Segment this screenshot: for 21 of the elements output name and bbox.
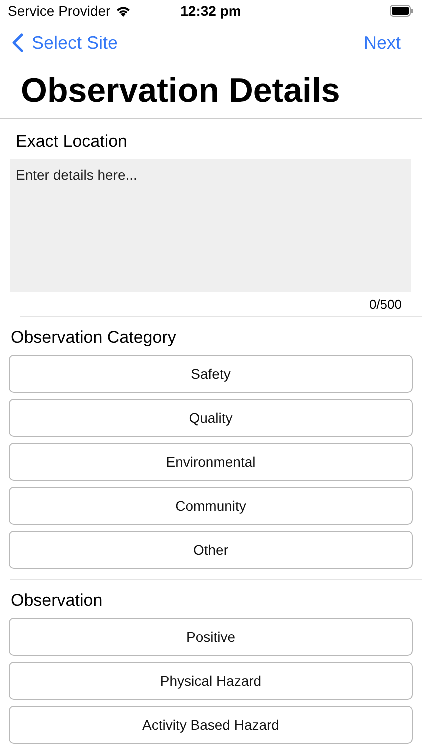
- option-button[interactable]: Physical Hazard: [9, 662, 413, 700]
- section-label: Observation Category: [10, 327, 178, 349]
- status-time: 12:32 pm: [180, 3, 242, 19]
- battery-icon: [390, 5, 414, 17]
- wifi-icon: [116, 6, 131, 16]
- section-label: Exact Location: [15, 131, 129, 153]
- chevron-left-icon: [12, 33, 24, 53]
- option-button[interactable]: Positive: [9, 618, 413, 656]
- option-button[interactable]: Quality: [9, 399, 413, 437]
- details-field[interactable]: Enter details here...: [10, 159, 411, 292]
- page-title: Observation Details: [20, 71, 342, 112]
- character-counter: 0/500: [368, 297, 403, 312]
- next-button[interactable]: Next: [364, 32, 401, 54]
- back-button[interactable]: Select Site: [12, 32, 118, 54]
- option-button[interactable]: Activity Based Hazard: [9, 706, 413, 744]
- option-button[interactable]: Other: [9, 531, 413, 569]
- carrier-name: Service Provider: [8, 3, 111, 19]
- option-button[interactable]: Environmental: [9, 443, 413, 481]
- option-button[interactable]: Safety: [9, 355, 413, 393]
- section-label: Observation: [10, 590, 104, 612]
- option-button[interactable]: Community: [9, 487, 413, 525]
